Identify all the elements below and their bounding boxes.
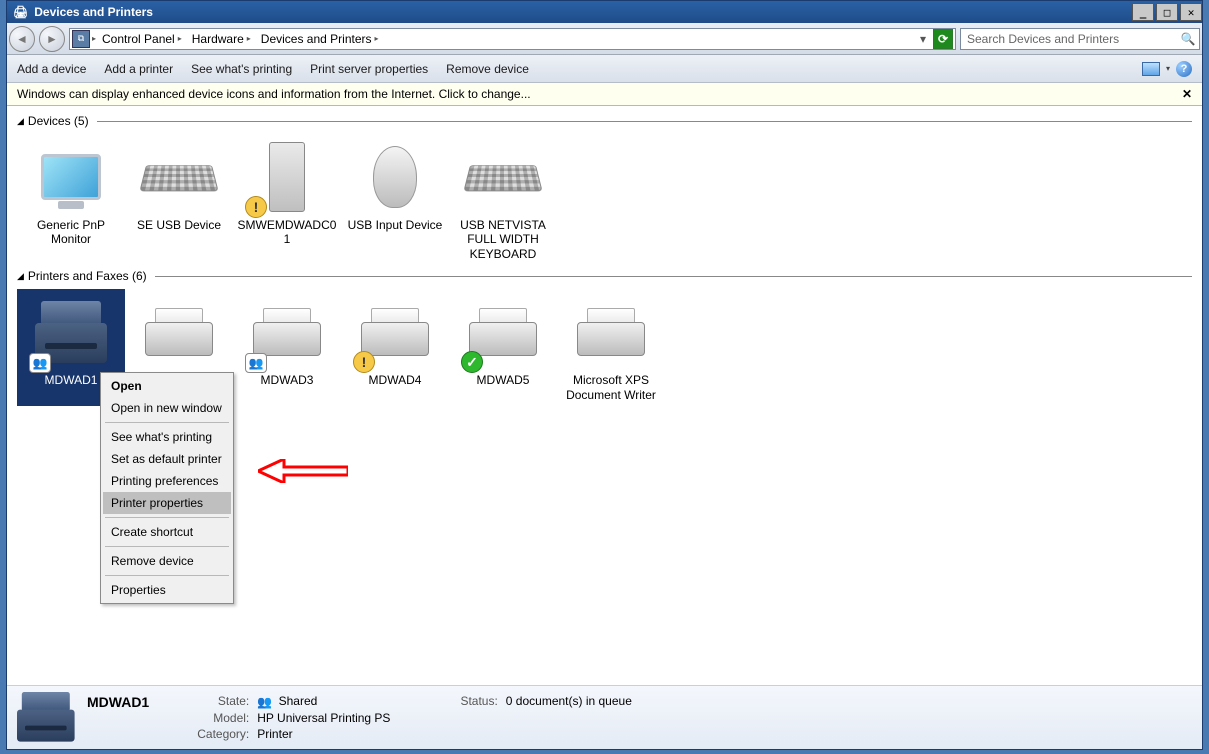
- devices-row: Generic PnP Monitor SE USB Device SMWEMD…: [17, 134, 1192, 265]
- device-netvista-keyboard[interactable]: USB NETVISTA FULL WIDTH KEYBOARD: [449, 134, 557, 265]
- add-device-cmd[interactable]: Add a device: [17, 62, 86, 76]
- device-computer[interactable]: SMWEMDWADC01: [233, 134, 341, 265]
- details-status: 0 document(s) in queue: [506, 694, 632, 708]
- ctx-see-printing[interactable]: See what's printing: [103, 426, 231, 448]
- ctx-set-default[interactable]: Set as default printer: [103, 448, 231, 470]
- ctx-open[interactable]: Open: [103, 375, 231, 397]
- printer-mdwad5[interactable]: MDWAD5: [449, 289, 557, 406]
- crumb-devices-printers[interactable]: Devices and Printers▸: [257, 30, 383, 48]
- close-button[interactable]: ✕: [1180, 3, 1202, 21]
- info-message: Windows can display enhanced device icon…: [17, 87, 531, 101]
- command-toolbar: Add a device Add a printer See what's pr…: [7, 55, 1202, 83]
- group-header-devices[interactable]: ◢ Devices (5): [17, 114, 1192, 128]
- remove-device-cmd[interactable]: Remove device: [446, 62, 529, 76]
- printer-mdwad3[interactable]: MDWAD3: [233, 289, 341, 406]
- forward-button[interactable]: ►: [39, 26, 65, 52]
- server-properties-cmd[interactable]: Print server properties: [310, 62, 428, 76]
- details-pane: MDWAD1 State: Shared Model: HP Universal…: [7, 685, 1202, 749]
- details-model: HP Universal Printing PS: [257, 711, 390, 725]
- context-menu: Open Open in new window See what's print…: [100, 372, 234, 604]
- keyboard-icon: [139, 165, 218, 191]
- details-state: Shared: [257, 694, 390, 709]
- search-icon[interactable]: 🔍: [1179, 30, 1197, 48]
- printer-icon: [469, 308, 537, 356]
- device-se-usb[interactable]: SE USB Device: [125, 134, 233, 265]
- details-device-name: MDWAD1: [87, 694, 149, 710]
- printer-icon: [253, 308, 321, 356]
- collapse-icon[interactable]: ◢: [17, 271, 24, 282]
- ctx-remove-device[interactable]: Remove device: [103, 550, 231, 572]
- maximize-button[interactable]: □: [1156, 3, 1178, 21]
- window-title: Devices and Printers: [34, 5, 153, 19]
- ctx-printer-properties[interactable]: Printer properties: [103, 492, 231, 514]
- warning-badge-icon: [353, 351, 375, 373]
- shared-icon: [257, 695, 275, 709]
- device-generic-monitor[interactable]: Generic PnP Monitor: [17, 134, 125, 265]
- address-dropdown[interactable]: ▾: [915, 32, 931, 46]
- shared-badge-icon: [245, 353, 267, 373]
- refresh-button[interactable]: ⟳: [933, 29, 953, 49]
- add-printer-cmd[interactable]: Add a printer: [104, 62, 173, 76]
- printer-icon: [577, 308, 645, 356]
- help-button[interactable]: ?: [1176, 61, 1192, 77]
- ctx-create-shortcut[interactable]: Create shortcut: [103, 521, 231, 543]
- shared-badge-icon: [29, 353, 51, 373]
- details-category: Printer: [257, 727, 390, 741]
- see-printing-cmd[interactable]: See what's printing: [191, 62, 292, 76]
- printer-icon: [145, 308, 213, 356]
- crumb-hardware[interactable]: Hardware▸: [188, 30, 255, 48]
- window-titlebar[interactable]: 🖨 Devices and Printers _ □ ✕: [7, 1, 1202, 23]
- monitor-icon: [41, 154, 101, 200]
- printer-xps-writer[interactable]: Microsoft XPS Document Writer: [557, 289, 665, 406]
- crumb-control-panel[interactable]: Control Panel▸: [98, 30, 186, 48]
- device-usb-input[interactable]: USB Input Device: [341, 134, 449, 265]
- location-icon: ⧉: [72, 30, 90, 48]
- view-mode-button[interactable]: [1142, 62, 1160, 76]
- ctx-open-new-window[interactable]: Open in new window: [103, 397, 231, 419]
- keyboard-icon: [463, 165, 542, 191]
- search-placeholder: Search Devices and Printers: [967, 32, 1119, 46]
- printer-icon: [361, 308, 429, 356]
- ctx-properties[interactable]: Properties: [103, 579, 231, 601]
- default-badge-icon: [461, 351, 483, 373]
- chevron-icon[interactable]: ▸: [92, 34, 96, 43]
- printer-icon: 🖨: [13, 5, 28, 19]
- search-input[interactable]: Search Devices and Printers 🔍: [960, 28, 1200, 50]
- view-dropdown[interactable]: ▾: [1166, 64, 1170, 73]
- navigation-bar: ◄ ► ⧉ ▸ Control Panel▸ Hardware▸ Devices…: [7, 23, 1202, 55]
- mouse-icon: [373, 146, 417, 208]
- warning-badge-icon: [245, 196, 267, 218]
- back-button[interactable]: ◄: [9, 26, 35, 52]
- info-bar[interactable]: Windows can display enhanced device icon…: [7, 83, 1202, 106]
- group-header-printers[interactable]: ◢ Printers and Faxes (6): [17, 269, 1192, 283]
- details-thumbnail: [17, 692, 79, 744]
- minimize-button[interactable]: _: [1132, 3, 1154, 21]
- printer-mdwad4[interactable]: MDWAD4: [341, 289, 449, 406]
- tower-icon: [269, 142, 305, 212]
- address-bar[interactable]: ⧉ ▸ Control Panel▸ Hardware▸ Devices and…: [69, 28, 956, 50]
- info-close-button[interactable]: ✕: [1182, 87, 1192, 101]
- ctx-printing-prefs[interactable]: Printing preferences: [103, 470, 231, 492]
- collapse-icon[interactable]: ◢: [17, 116, 24, 127]
